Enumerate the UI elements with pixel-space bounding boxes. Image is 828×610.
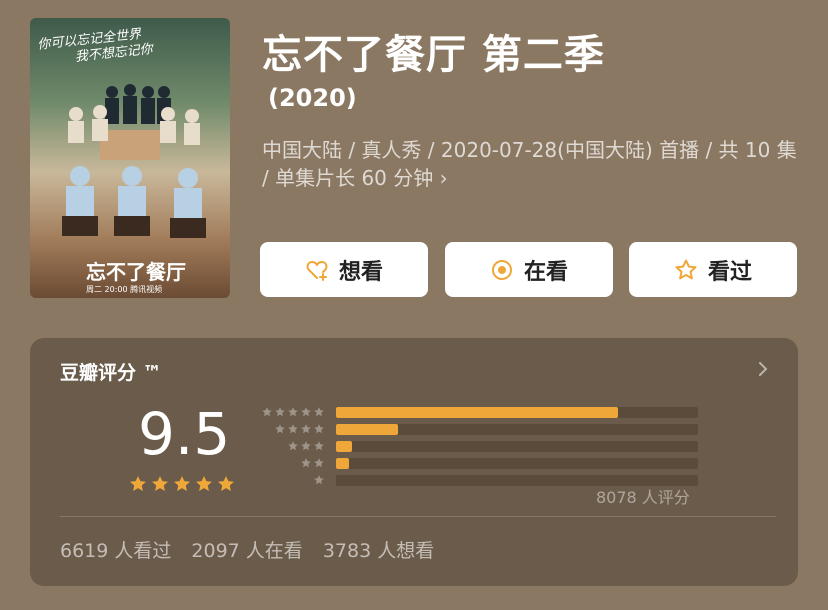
small-star-icon	[301, 441, 311, 451]
rating-bar-track	[336, 458, 698, 469]
small-star-icon	[314, 475, 324, 485]
watched-count[interactable]: 6619 人看过	[60, 536, 171, 563]
poster-tagline: 你可以忘记全世界 我不想忘记你	[37, 22, 190, 70]
target-circle-icon	[491, 259, 512, 280]
small-star-icon	[301, 407, 311, 417]
heart-plus-icon	[306, 260, 328, 281]
want-count[interactable]: 3783 人想看	[323, 536, 434, 563]
watching-label: 在看	[523, 259, 568, 285]
watching-count[interactable]: 2097 人在看	[191, 536, 302, 563]
show-meta-info[interactable]: 中国大陆 / 真人秀 / 2020-07-28(中国大陆) 首播 / 共 10 …	[262, 136, 802, 192]
rating-row-2-star	[256, 457, 698, 470]
rating-bar-fill	[336, 407, 619, 418]
small-star-icon	[288, 441, 298, 451]
rating-title: 豆瓣评分 ™	[60, 362, 162, 384]
chevron-right-icon[interactable]	[754, 360, 772, 378]
small-star-icon	[262, 407, 272, 417]
small-star-icon	[314, 424, 324, 434]
star-icon	[130, 476, 146, 491]
rating-row-stars	[313, 474, 325, 486]
rating-row-5-star	[256, 406, 698, 419]
poster-people-illustration	[62, 84, 206, 238]
rating-panel[interactable]: 豆瓣评分 ™ 9.5 8078 人评分 6619 人看过 2097 人在看 37…	[30, 338, 798, 586]
rating-row-3-star	[256, 440, 698, 453]
watching-button[interactable]: 在看	[445, 242, 613, 297]
rating-score: 9.5	[138, 400, 231, 468]
small-star-icon	[301, 424, 311, 434]
want-to-watch-button[interactable]: 想看	[260, 242, 428, 297]
want-to-watch-label: 想看	[338, 259, 383, 285]
star-icon	[218, 476, 234, 491]
rating-stars	[128, 474, 236, 494]
rating-row-stars	[274, 423, 325, 435]
small-star-icon	[301, 458, 311, 468]
star-icon	[196, 476, 212, 491]
poster-airtime: 周二 20:00 腾讯视频	[86, 285, 163, 294]
small-star-icon	[314, 458, 324, 468]
star-icon	[174, 476, 190, 491]
rating-row-stars	[287, 440, 325, 452]
watched-button[interactable]: 看过	[629, 242, 797, 297]
rating-bar-track	[336, 441, 698, 452]
star-outline-icon	[675, 259, 697, 279]
star-icon	[152, 476, 168, 491]
watch-stats: 6619 人看过 2097 人在看 3783 人想看	[60, 536, 434, 563]
rating-count: 8078 人评分	[596, 488, 690, 507]
small-star-icon	[275, 407, 285, 417]
poster-image[interactable]: 你可以忘记全世界 我不想忘记你 忘不了餐厅 周二 20:00 腾讯视频	[30, 18, 230, 298]
rating-bar-fill	[336, 441, 353, 452]
small-star-icon	[314, 441, 324, 451]
rating-bar-fill	[336, 458, 349, 469]
rating-row-stars	[261, 406, 325, 418]
release-year: (2020)	[268, 84, 357, 112]
page-title: 忘不了餐厅 第二季	[262, 32, 605, 78]
poster-logo: 忘不了餐厅	[86, 260, 186, 284]
small-star-icon	[314, 407, 324, 417]
small-star-icon	[288, 407, 298, 417]
rating-bar-fill	[336, 424, 398, 435]
rating-row-stars	[300, 457, 325, 469]
rating-row-4-star	[256, 423, 698, 436]
small-star-icon	[288, 424, 298, 434]
rating-bar-track	[336, 407, 698, 418]
small-star-icon	[275, 424, 285, 434]
divider	[60, 516, 776, 517]
watched-label: 看过	[707, 259, 752, 285]
rating-bar-track	[336, 424, 698, 435]
